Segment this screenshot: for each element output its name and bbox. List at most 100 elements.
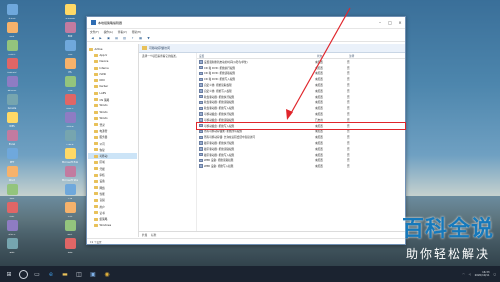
search-icon[interactable] [18, 269, 28, 279]
desktop-icon-label: Microsoft Store [62, 179, 78, 181]
comment-cell: 否 [347, 130, 350, 134]
state-cell: 未配置 [315, 165, 323, 169]
comment-cell: 否 [347, 66, 350, 70]
policy-icon [199, 129, 203, 134]
desktop-icon-label: 微信 [4, 197, 20, 199]
comment-cell: 否 [347, 89, 350, 93]
tree-node-label: LAPS [99, 91, 107, 95]
detail-title: 可移动存储访问 [149, 46, 171, 50]
setting-cell: 磁带驱动器: 拒绝读取权限 [197, 147, 315, 151]
network-icon[interactable]: ◠ [462, 273, 464, 276]
tree-node-label: iSCSI [99, 72, 107, 76]
tab-standard[interactable]: 标准 [151, 233, 156, 237]
setting-cell: 设置强制重新启动的时间(以秒为单位) [197, 60, 315, 64]
tree-node-label: 电源管 [99, 130, 108, 133]
tree-node-label: 性能 [99, 192, 105, 196]
tree-node-label: Windo [99, 104, 108, 108]
app-icon [64, 220, 76, 231]
state-cell: 未配置 [315, 72, 323, 76]
folder-icon [94, 72, 98, 76]
tree-node-label: Active [94, 47, 103, 51]
app-icon [6, 112, 18, 123]
app-icon [6, 184, 18, 195]
clock[interactable]: 16:33 2020/10/11 [475, 271, 490, 278]
edge-icon[interactable]: e [46, 269, 56, 279]
setting-cell: WPD 设备: 拒绝读取权限 [197, 158, 315, 162]
tree-node-label: 审核 [99, 174, 105, 178]
setting-cell: WPD 设备: 拒绝写入权限 [197, 164, 315, 168]
maximize-button[interactable]: □ [385, 17, 395, 29]
tree-node-label: 证书 [99, 211, 105, 215]
show-hide-tree-icon[interactable]: ▤ [114, 36, 119, 41]
state-cell: 未配置 [315, 95, 323, 99]
tree-node-label: 公司 [99, 142, 105, 146]
app-icon [6, 22, 18, 33]
title-bar[interactable]: 本地组策略编辑器 – □ × [87, 17, 405, 29]
setting-cell: 所有可移动存储类: 拒绝所有权限 [197, 129, 315, 133]
app-icon [64, 148, 76, 159]
folder-icon [94, 110, 98, 114]
policy-icon [199, 60, 203, 64]
column-header-setting[interactable]: 设置 [197, 54, 315, 58]
policy-icon [199, 147, 203, 151]
back-icon[interactable]: ◀ [90, 36, 95, 41]
app-icon [6, 238, 18, 249]
folder-icon [94, 135, 98, 139]
menu-help[interactable]: 帮助(H) [132, 30, 141, 34]
tree-node[interactable]: Windows [88, 222, 137, 228]
setting-name: 磁带驱动器: 拒绝写入权限 [204, 153, 235, 157]
tree-node-label: 恢复 [99, 148, 105, 152]
policy-icon [199, 83, 203, 87]
folder-icon [94, 85, 98, 89]
app-icon [64, 238, 76, 249]
help-icon[interactable]: ? [130, 36, 135, 41]
export-list-icon[interactable]: ▥ [122, 36, 127, 41]
column-header-state[interactable]: 状态 [315, 54, 347, 58]
comment-cell: 否 [347, 147, 350, 151]
table-row[interactable]: WPD 设备: 拒绝写入权限 未配置 否 [197, 163, 405, 169]
gpedit-icon[interactable]: ▣ [88, 269, 98, 279]
app-icon [6, 202, 18, 213]
tab-extended[interactable]: 扩展 [142, 233, 147, 237]
minimize-button[interactable]: – [375, 17, 385, 29]
menu-view[interactable]: 查看(V) [118, 30, 127, 34]
app-icon [64, 22, 76, 33]
setting-name: 磁带驱动器: 拒绝执行权限 [204, 142, 235, 146]
folder-icon [94, 104, 98, 108]
chrome-icon[interactable]: ◉ [102, 269, 112, 279]
setting-cell: 软盘驱动器: 拒绝写入权限 [197, 106, 315, 110]
state-cell: 未配置 [315, 159, 323, 163]
comment-cell: 否 [347, 113, 350, 117]
app-icon [64, 166, 76, 177]
desktop-icon-label: 控制面板 [4, 71, 20, 73]
task-view-icon[interactable]: ▭ [32, 269, 42, 279]
clock-date: 2020/10/11 [474, 274, 490, 277]
desktop-icon[interactable]: 视频 [62, 238, 78, 260]
comment-cell: 否 [347, 153, 350, 157]
status-bar: 19 个设置 [87, 238, 405, 244]
start-icon[interactable]: ⊞ [4, 269, 14, 279]
menu-action[interactable]: 操作(A) [104, 30, 113, 34]
menu-file[interactable]: 文件(F) [90, 30, 99, 34]
store-icon[interactable]: ◫ [74, 269, 84, 279]
tree-node-label: 凭据 [99, 167, 105, 171]
setting-name: 软盘驱动器: 拒绝读取权限 [204, 101, 235, 105]
column-header-comment[interactable]: 注释 [347, 54, 367, 58]
filter-icon[interactable]: ▼ [146, 36, 151, 41]
folder-icon [94, 173, 98, 177]
tree-node-label: 用户 [99, 205, 105, 209]
file-explorer-icon[interactable]: ▬ [60, 269, 70, 279]
policy-icon [199, 89, 203, 93]
close-button[interactable]: × [395, 17, 405, 29]
desktop-icon-label: Excel [8, 143, 16, 145]
forward-icon[interactable]: ▶ [98, 36, 103, 41]
desktop-icon[interactable]: 酷狗 [4, 238, 20, 260]
volume-icon[interactable]: ◁ [469, 273, 471, 276]
setting-name: 自定义类: 拒绝读取权限 [204, 84, 232, 88]
properties-icon[interactable]: ▦ [138, 36, 143, 41]
up-folder-icon[interactable]: ▣ [106, 36, 111, 41]
app-icon [6, 76, 18, 87]
state-cell: 未配置 [315, 147, 323, 151]
detail-pane: 可移动存储访问 选择一个项目来查看它的描述。 设置 状态 注释 设置强制重新启动… [139, 44, 406, 237]
notification-icon[interactable]: ▢ [494, 273, 496, 276]
